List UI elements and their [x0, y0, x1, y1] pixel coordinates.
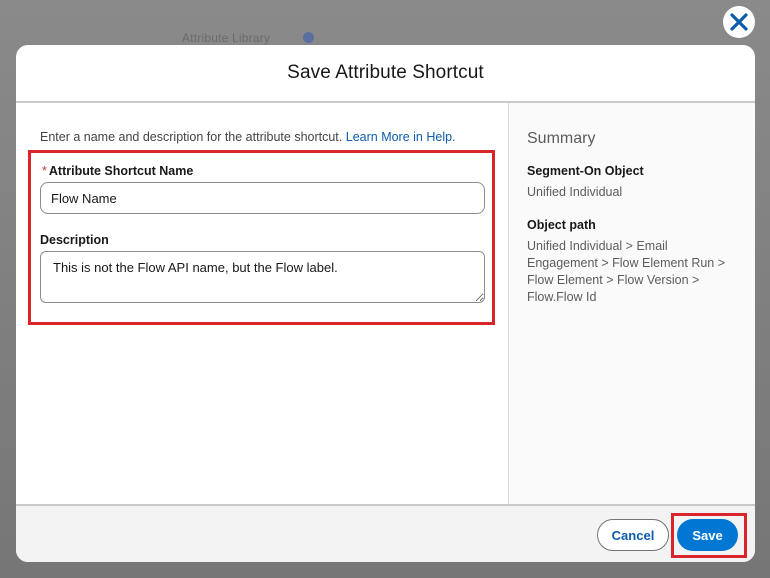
background-info-icon [303, 32, 314, 43]
attribute-shortcut-name-input[interactable] [40, 182, 485, 214]
object-path-value: Unified Individual > Email Engagement > … [527, 239, 726, 304]
required-marker: * [42, 164, 47, 178]
description-textarea[interactable]: This is not the Flow API name, but the F… [40, 251, 485, 303]
close-button[interactable] [723, 6, 755, 38]
form-pane: Enter a name and description for the att… [16, 103, 509, 504]
modal-title: Save Attribute Shortcut [287, 62, 484, 83]
summary-title: Summary [527, 130, 596, 147]
close-icon [730, 13, 748, 31]
modal-footer: Cancel Save [16, 504, 755, 562]
intro-description: Enter a name and description for the att… [40, 130, 343, 144]
save-attribute-shortcut-modal: Save Attribute Shortcut Enter a name and… [16, 45, 755, 562]
attribute-shortcut-name-label: * Attribute Shortcut Name [42, 164, 193, 178]
summary-pane: Summary Segment-On Object Unified Indivi… [509, 103, 755, 504]
modal-body: Enter a name and description for the att… [16, 103, 755, 504]
intro-text: Enter a name and description for the att… [40, 130, 456, 144]
segment-on-label: Segment-On Object [527, 164, 644, 178]
description-label: Description [40, 233, 109, 247]
modal-header: Save Attribute Shortcut [16, 45, 755, 103]
background-ghost-text: Attribute Library [182, 31, 271, 45]
cancel-button[interactable]: Cancel [597, 519, 669, 551]
save-button[interactable]: Save [677, 519, 738, 551]
attribute-shortcut-name-label-text: Attribute Shortcut Name [48, 164, 194, 178]
object-path-label: Object path [527, 218, 596, 232]
learn-more-link[interactable]: Learn More in Help. [346, 130, 456, 144]
segment-on-value: Unified Individual [527, 185, 623, 199]
